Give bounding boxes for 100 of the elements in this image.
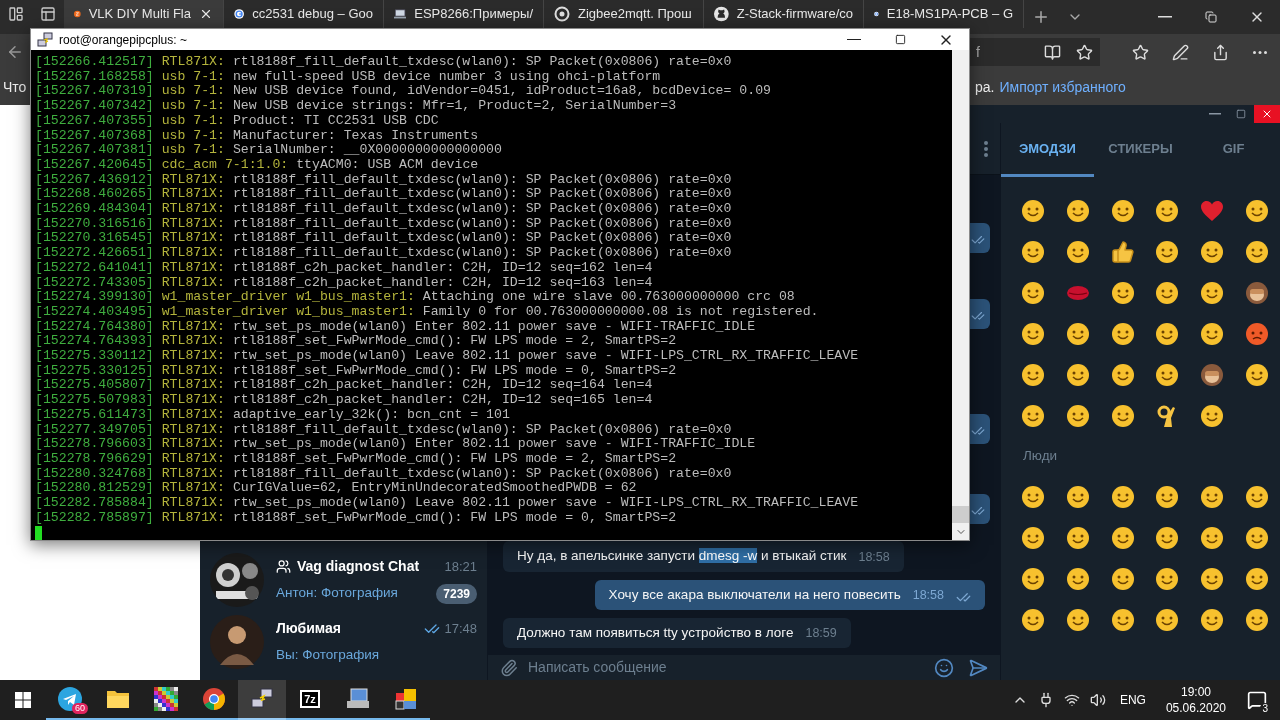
smiley-icon[interactable] (1110, 280, 1135, 305)
chrome-icon (202, 687, 226, 711)
scrollbar[interactable] (952, 50, 969, 540)
wifi-icon[interactable] (1063, 692, 1080, 708)
smiley-icon[interactable] (1245, 198, 1270, 223)
smiley-icon[interactable] (1021, 403, 1045, 428)
notification-count: 3 (1260, 703, 1270, 714)
smiley-icon[interactable] (1200, 607, 1225, 632)
computers-icon (37, 31, 53, 48)
menu-button[interactable] (984, 140, 988, 157)
smiley-icon[interactable] (1200, 525, 1225, 550)
smiley-icon[interactable] (1021, 280, 1045, 305)
smiley-icon[interactable] (1155, 607, 1180, 632)
smiley-icon[interactable] (1110, 198, 1135, 223)
smiley-icon[interactable] (1155, 484, 1180, 509)
taskbar-app-button[interactable]: 7z (286, 680, 334, 720)
chat-name: Любимая (276, 619, 341, 639)
smiley-icon[interactable] (1200, 403, 1225, 428)
smiley-icon[interactable] (1110, 566, 1135, 591)
emoji-panel-tab[interactable]: СТИКЕРЫ (1094, 123, 1187, 177)
angry-face-icon[interactable] (1245, 321, 1270, 346)
volume-icon[interactable] (1089, 692, 1106, 708)
smiley-icon[interactable] (1110, 607, 1135, 632)
smiley-icon[interactable] (1065, 239, 1090, 264)
read-checks-icon (971, 504, 985, 518)
import-favorites-link[interactable]: Импорт избранного (999, 77, 1126, 98)
smiley-icon[interactable] (1065, 525, 1090, 550)
smiley-icon[interactable] (1245, 239, 1270, 264)
smiley-icon[interactable] (1155, 525, 1180, 550)
smiley-icon[interactable] (1021, 484, 1045, 509)
page-text: ра. (975, 78, 995, 97)
emoji-panel-tab[interactable]: GIF (1187, 123, 1280, 177)
smiley-icon[interactable] (1200, 484, 1225, 509)
smiley-icon[interactable] (1021, 566, 1045, 591)
smiley-icon[interactable] (1065, 362, 1090, 387)
smiley-icon[interactable] (1110, 321, 1135, 346)
book-icon (1043, 43, 1061, 61)
scrollbar-thumb[interactable] (952, 506, 969, 523)
taskbar-app-button[interactable] (238, 680, 286, 720)
ok-hand-icon[interactable] (1157, 403, 1178, 428)
plus-icon (1032, 8, 1050, 26)
smiley-icon[interactable] (1021, 362, 1045, 387)
clock[interactable]: 19:00 05.06.2020 (1159, 684, 1232, 716)
smiley-icon[interactable] (1065, 403, 1090, 428)
send-button[interactable] (962, 655, 1000, 680)
log-line: [152280.812529] RTL871X: CurIGValue=62, EntryMinUndecoratedSmoothedPWDB = 62 (35, 481, 637, 497)
smiley-icon[interactable] (1021, 607, 1045, 632)
smiley-icon[interactable] (1155, 566, 1180, 591)
message-field[interactable]: Написать сообщение (528, 655, 926, 680)
smiley-icon[interactable] (1065, 566, 1090, 591)
address-field[interactable]: f (970, 38, 1100, 66)
smiley-icon[interactable] (1155, 362, 1180, 387)
smiley-icon[interactable] (1021, 239, 1045, 264)
smiley-icon[interactable] (1065, 321, 1090, 346)
smiley-icon[interactable] (1155, 280, 1180, 305)
smiley-icon[interactable] (1245, 566, 1270, 591)
taskbar-app-button[interactable]: 60 (46, 680, 94, 720)
heart-icon[interactable] (1200, 199, 1225, 222)
smiley-icon[interactable] (1245, 484, 1270, 509)
smiley-icon[interactable] (1021, 198, 1045, 223)
smiley-icon[interactable] (1110, 362, 1135, 387)
tab-title: ESP8266:Примеры/ (414, 5, 533, 24)
log-line: [152267.407381] usb 7-1: SerialNumber: __0X0000000000000000 (35, 143, 502, 158)
lips-icon[interactable] (1065, 284, 1090, 301)
thumbs-up-icon[interactable] (1110, 239, 1135, 264)
smiley-icon[interactable] (1245, 525, 1270, 550)
windows-logo-icon (15, 692, 31, 708)
smiley-icon[interactable] (1200, 239, 1225, 264)
smiley-icon[interactable] (1200, 321, 1225, 346)
log-line: [152267.407319] usb 7-1: New USB device found, idVendor=0451, idProduct=16a8, bcdDevice= 0.09 (35, 84, 771, 100)
attach-button[interactable] (488, 655, 528, 680)
log-line: [152270.316516] RTL871X: rtl8188f_fill_default_txdesc(wlan0): SP Packet(0x0806) rate=0x0 (35, 216, 732, 232)
smiley-icon[interactable] (1245, 607, 1270, 632)
monkey-icon[interactable] (1245, 280, 1270, 305)
smiley-icon[interactable] (1021, 321, 1045, 346)
smiley-icon[interactable] (1245, 362, 1270, 387)
monkey-icon[interactable] (1200, 362, 1225, 387)
maximize-icon (894, 34, 906, 45)
browser-tab[interactable]: VLK DIY Multi Fla (64, 0, 224, 28)
smiley-icon[interactable] (1155, 239, 1180, 264)
smiley-icon[interactable] (1065, 607, 1090, 632)
smiley-icon[interactable] (1021, 525, 1045, 550)
smiley-icon[interactable] (1065, 198, 1090, 223)
smiley-icon[interactable] (1200, 566, 1225, 591)
close-button[interactable] (1254, 105, 1280, 123)
send-icon (968, 657, 988, 678)
smiley-icon[interactable] (1110, 525, 1135, 550)
read-checks-icon (971, 309, 985, 323)
smiley-icon[interactable] (1200, 280, 1225, 305)
smiley-icon[interactable] (1110, 403, 1135, 428)
laptop-icon (394, 7, 407, 21)
language-indicator[interactable]: ENG (1115, 691, 1150, 709)
smiley-icon[interactable] (1155, 321, 1180, 346)
emoji-panel-tab[interactable]: ЭМОДЗИ (1001, 123, 1094, 177)
close-tab-icon[interactable] (199, 7, 213, 21)
smiley-icon[interactable] (1110, 484, 1135, 509)
log-line: [152278.796629] RTL871X: rtl8188f_set_FwPwrMode_cmd(): FW LPS mode = 2, SmartPS=2 (35, 452, 677, 467)
folder-icon (106, 689, 130, 709)
smiley-icon[interactable] (1065, 484, 1090, 509)
smiley-icon[interactable] (1155, 198, 1180, 223)
